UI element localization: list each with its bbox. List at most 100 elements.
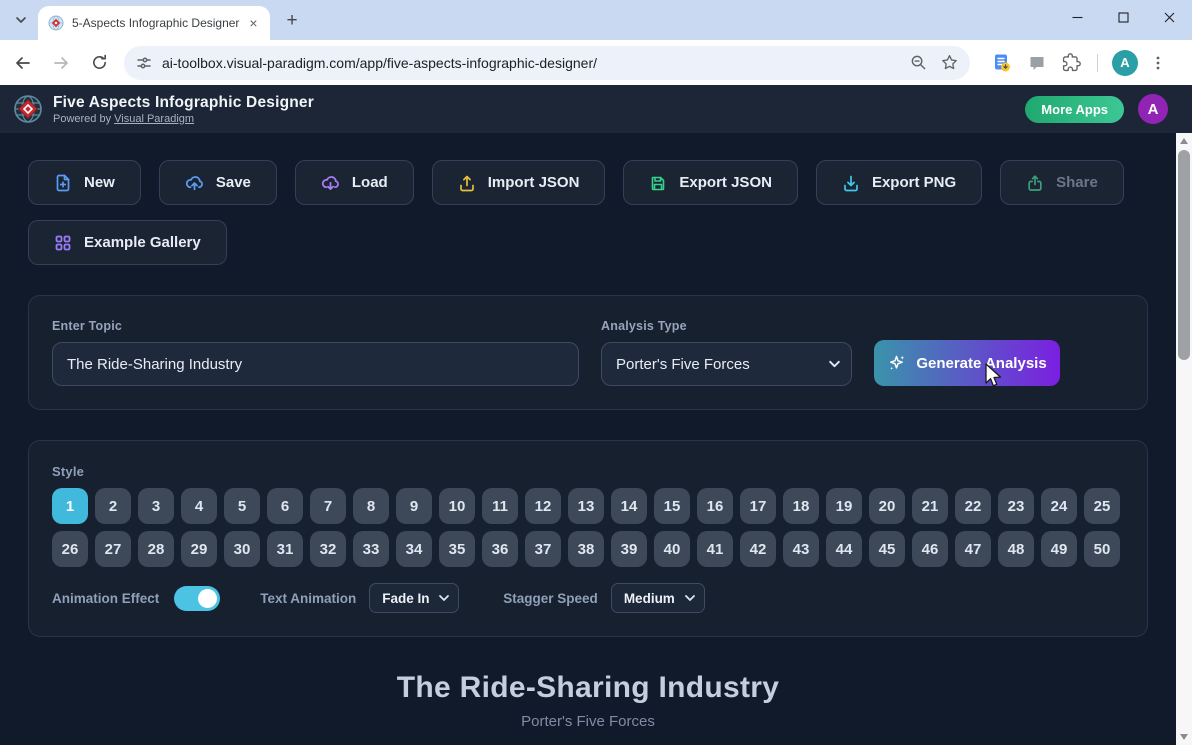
style-option-5[interactable]: 5 — [224, 488, 260, 524]
style-option-46[interactable]: 46 — [912, 531, 948, 567]
style-option-25[interactable]: 25 — [1084, 488, 1120, 524]
minimize-icon[interactable] — [1054, 0, 1100, 34]
text-animation-select[interactable]: Fade In — [369, 583, 460, 613]
style-option-14[interactable]: 14 — [611, 488, 647, 524]
tab-search-chevron-icon[interactable] — [8, 7, 34, 33]
style-option-12[interactable]: 12 — [525, 488, 561, 524]
browser-tabstrip: 5-Aspects Infographic Designer × + — [0, 0, 1192, 40]
style-option-45[interactable]: 45 — [869, 531, 905, 567]
style-option-35[interactable]: 35 — [439, 531, 475, 567]
style-option-26[interactable]: 26 — [52, 531, 88, 567]
style-option-21[interactable]: 21 — [912, 488, 948, 524]
style-option-7[interactable]: 7 — [310, 488, 346, 524]
user-avatar[interactable]: A — [1138, 94, 1168, 124]
new-tab-icon[interactable]: + — [280, 9, 304, 33]
bookmark-star-icon[interactable] — [941, 54, 958, 71]
style-option-19[interactable]: 19 — [826, 488, 862, 524]
style-option-6[interactable]: 6 — [267, 488, 303, 524]
style-option-48[interactable]: 48 — [998, 531, 1034, 567]
app-page: Five Aspects Infographic Designer Powere… — [0, 85, 1192, 745]
toolbar-button-export-json[interactable]: Export JSON — [623, 160, 798, 205]
chat-icon[interactable] — [1028, 54, 1046, 72]
page-scrollbar[interactable] — [1176, 133, 1192, 745]
style-option-24[interactable]: 24 — [1041, 488, 1077, 524]
style-option-4[interactable]: 4 — [181, 488, 217, 524]
style-option-30[interactable]: 30 — [224, 531, 260, 567]
style-option-44[interactable]: 44 — [826, 531, 862, 567]
style-option-43[interactable]: 43 — [783, 531, 819, 567]
visual-paradigm-link[interactable]: Visual Paradigm — [114, 113, 194, 125]
close-icon[interactable] — [1146, 0, 1192, 34]
style-option-40[interactable]: 40 — [654, 531, 690, 567]
zoom-out-icon[interactable] — [910, 54, 927, 71]
topic-label: Enter Topic — [52, 319, 123, 333]
style-option-38[interactable]: 38 — [568, 531, 604, 567]
style-option-33[interactable]: 33 — [353, 531, 389, 567]
style-option-41[interactable]: 41 — [697, 531, 733, 567]
style-option-13[interactable]: 13 — [568, 488, 604, 524]
kebab-menu-icon[interactable] — [1150, 55, 1166, 71]
scrollbar-up-arrow[interactable] — [1176, 133, 1192, 149]
browser-profile-avatar[interactable]: A — [1112, 49, 1138, 76]
style-option-10[interactable]: 10 — [439, 488, 475, 524]
style-option-49[interactable]: 49 — [1041, 531, 1077, 567]
style-option-11[interactable]: 11 — [482, 488, 518, 524]
style-option-1[interactable]: 1 — [52, 488, 88, 524]
sparkles-icon — [887, 353, 907, 373]
stagger-speed-select[interactable]: Medium — [610, 583, 705, 613]
style-option-3[interactable]: 3 — [138, 488, 174, 524]
animation-effect-toggle[interactable] — [174, 585, 221, 611]
forward-arrow-icon — [46, 48, 76, 78]
style-option-32[interactable]: 32 — [310, 531, 346, 567]
style-option-37[interactable]: 37 — [525, 531, 561, 567]
toolbar-button-export-png[interactable]: Export PNG — [815, 160, 983, 205]
style-option-15[interactable]: 15 — [654, 488, 690, 524]
toolbar-button-share: Share — [1000, 160, 1124, 205]
style-option-34[interactable]: 34 — [396, 531, 432, 567]
style-option-2[interactable]: 2 — [95, 488, 131, 524]
reload-icon[interactable] — [84, 48, 114, 78]
more-apps-button[interactable]: More Apps — [1025, 95, 1124, 123]
toolbar-button-load[interactable]: Load — [294, 160, 414, 205]
app-header: Five Aspects Infographic Designer Powere… — [0, 85, 1192, 133]
style-option-16[interactable]: 16 — [697, 488, 733, 524]
style-option-31[interactable]: 31 — [267, 531, 303, 567]
tune-icon[interactable] — [136, 55, 152, 71]
style-option-28[interactable]: 28 — [138, 531, 174, 567]
style-option-20[interactable]: 20 — [869, 488, 905, 524]
scrollbar-down-arrow[interactable] — [1176, 729, 1192, 745]
maximize-icon[interactable] — [1100, 0, 1146, 34]
style-option-29[interactable]: 29 — [181, 531, 217, 567]
analysis-type-select[interactable]: Porter's Five Forces — [601, 342, 852, 386]
style-option-50[interactable]: 50 — [1084, 531, 1120, 567]
generate-analysis-button[interactable]: Generate Analysis — [874, 340, 1060, 386]
toolbar-button-new[interactable]: New — [28, 160, 141, 205]
style-option-8[interactable]: 8 — [353, 488, 389, 524]
browser-tab[interactable]: 5-Aspects Infographic Designer × — [38, 6, 270, 40]
url-text[interactable]: ai-toolbox.visual-paradigm.com/app/five-… — [162, 55, 896, 71]
style-option-9[interactable]: 9 — [396, 488, 432, 524]
style-option-18[interactable]: 18 — [783, 488, 819, 524]
style-option-36[interactable]: 36 — [482, 531, 518, 567]
browser-toolbar: ai-toolbox.visual-paradigm.com/app/five-… — [0, 40, 1192, 85]
style-option-22[interactable]: 22 — [955, 488, 991, 524]
toolbar-button-label: Export JSON — [679, 174, 772, 191]
style-option-42[interactable]: 42 — [740, 531, 776, 567]
toolbar-button-label: New — [84, 174, 115, 191]
extensions-puzzle-icon[interactable] — [1062, 53, 1081, 72]
style-option-17[interactable]: 17 — [740, 488, 776, 524]
translate-doc-icon[interactable] — [992, 53, 1012, 73]
example-gallery-button[interactable]: Example Gallery — [28, 220, 227, 265]
topic-input[interactable] — [52, 342, 579, 386]
toolbar-button-save[interactable]: Save — [158, 160, 277, 205]
text-animation-label: Text Animation — [260, 590, 357, 606]
url-bar[interactable]: ai-toolbox.visual-paradigm.com/app/five-… — [124, 45, 970, 80]
style-option-27[interactable]: 27 — [95, 531, 131, 567]
tab-close-icon[interactable]: × — [245, 15, 262, 32]
style-option-23[interactable]: 23 — [998, 488, 1034, 524]
scrollbar-thumb[interactable] — [1178, 150, 1190, 360]
style-option-39[interactable]: 39 — [611, 531, 647, 567]
style-option-47[interactable]: 47 — [955, 531, 991, 567]
back-arrow-icon[interactable] — [8, 48, 38, 78]
toolbar-button-import-json[interactable]: Import JSON — [431, 160, 606, 205]
